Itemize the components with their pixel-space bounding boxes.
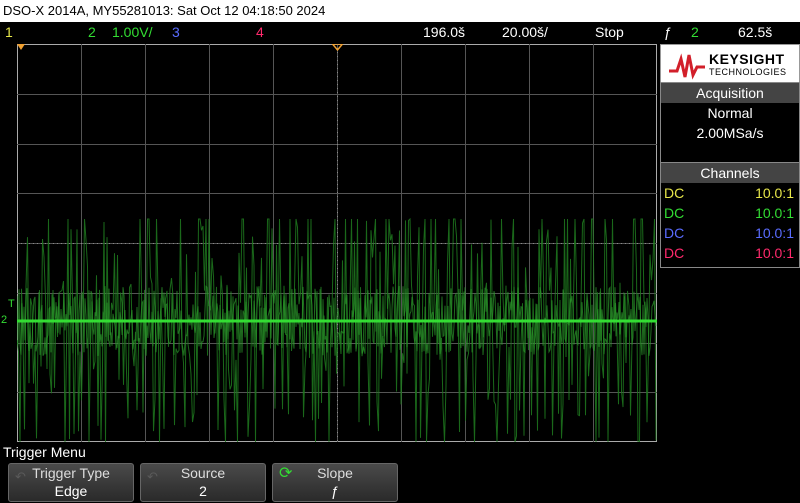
- channel-row-1[interactable]: DC 10.0:1: [661, 183, 799, 203]
- ch2-indicator[interactable]: 2: [88, 22, 96, 42]
- source-label: Source: [180, 465, 226, 481]
- softkey-return-icon: ↶: [15, 469, 26, 484]
- channel-4-coupling: DC: [664, 245, 685, 261]
- slope-value: ƒ: [331, 483, 339, 499]
- status-bar: 1 2 1.00V/ 3 4 196.0š 20.00š/ Stop ƒ 2 6…: [0, 22, 800, 42]
- source-value: 2: [199, 483, 207, 499]
- trigger-source: 2: [691, 24, 699, 40]
- channels-header: Channels: [661, 163, 799, 183]
- run-state: Stop: [595, 24, 624, 40]
- acquisition-panel[interactable]: Acquisition Normal 2.00MSa/s: [660, 82, 800, 164]
- channel-row-3[interactable]: DC 10.0:1: [661, 223, 799, 243]
- channel-2-coupling: DC: [664, 205, 685, 221]
- channel-2-probe: 10.0:1: [755, 205, 794, 221]
- time-scale: 20.00š/: [502, 24, 548, 40]
- menu-title: Trigger Menu: [3, 444, 86, 460]
- channel-3-coupling: DC: [664, 225, 685, 241]
- softkey-return-icon: ↶: [147, 469, 158, 484]
- trigger-type-value: Edge: [54, 483, 88, 499]
- trigger-type-label: Trigger Type: [32, 465, 110, 481]
- slope-softkey[interactable]: ⟳ Slope ƒ: [272, 463, 398, 502]
- ch3-indicator[interactable]: 3: [172, 22, 180, 42]
- channel-1-coupling: DC: [664, 185, 685, 201]
- logo-name: KEYSIGHT: [709, 51, 785, 67]
- title-bar: DSO-X 2014A, MY55281013: Sat Oct 12 04:1…: [0, 0, 800, 22]
- acquisition-mode: Normal: [707, 105, 753, 121]
- ch2-scale: 1.00V/: [112, 24, 153, 40]
- source-softkey[interactable]: ↶ Source 2: [140, 463, 266, 502]
- trigger-slope-icon: ƒ: [664, 24, 672, 40]
- logo-sub: TECHNOLOGIES: [709, 67, 787, 77]
- ch2-ground-marker[interactable]: 2: [1, 314, 7, 326]
- channel-1-probe: 10.0:1: [755, 185, 794, 201]
- trigger-level: 62.5š: [738, 24, 773, 40]
- waveform-svg: [17, 44, 657, 442]
- trigger-level-marker[interactable]: T: [8, 298, 15, 310]
- channel-3-probe: 10.0:1: [755, 225, 794, 241]
- trigger-type-softkey[interactable]: ↶ Trigger Type Edge: [8, 463, 134, 502]
- entry-knob-icon: ⟳: [279, 465, 293, 482]
- channel-row-4[interactable]: DC 10.0:1: [661, 243, 799, 263]
- waveform-display[interactable]: [17, 44, 657, 442]
- acquisition-rate: 2.00MSa/s: [696, 125, 764, 141]
- channel-4-probe: 10.0:1: [755, 245, 794, 261]
- channels-panel[interactable]: Channels DC 10.0:1 DC 10.0:1 DC 10.0:1 D…: [660, 162, 800, 268]
- acquisition-header: Acquisition: [661, 83, 799, 103]
- ch1-indicator[interactable]: 1: [5, 22, 13, 42]
- time-delay: 196.0š: [423, 24, 466, 40]
- trigger-position-marker[interactable]: [17, 44, 25, 50]
- channel-row-2[interactable]: DC 10.0:1: [661, 203, 799, 223]
- side-panel: KEYSIGHT TECHNOLOGIES Acquisition Normal…: [660, 44, 800, 444]
- ch4-indicator[interactable]: 4: [256, 22, 264, 42]
- keysight-wave-icon: [669, 53, 705, 80]
- keysight-logo: KEYSIGHT TECHNOLOGIES: [660, 44, 800, 86]
